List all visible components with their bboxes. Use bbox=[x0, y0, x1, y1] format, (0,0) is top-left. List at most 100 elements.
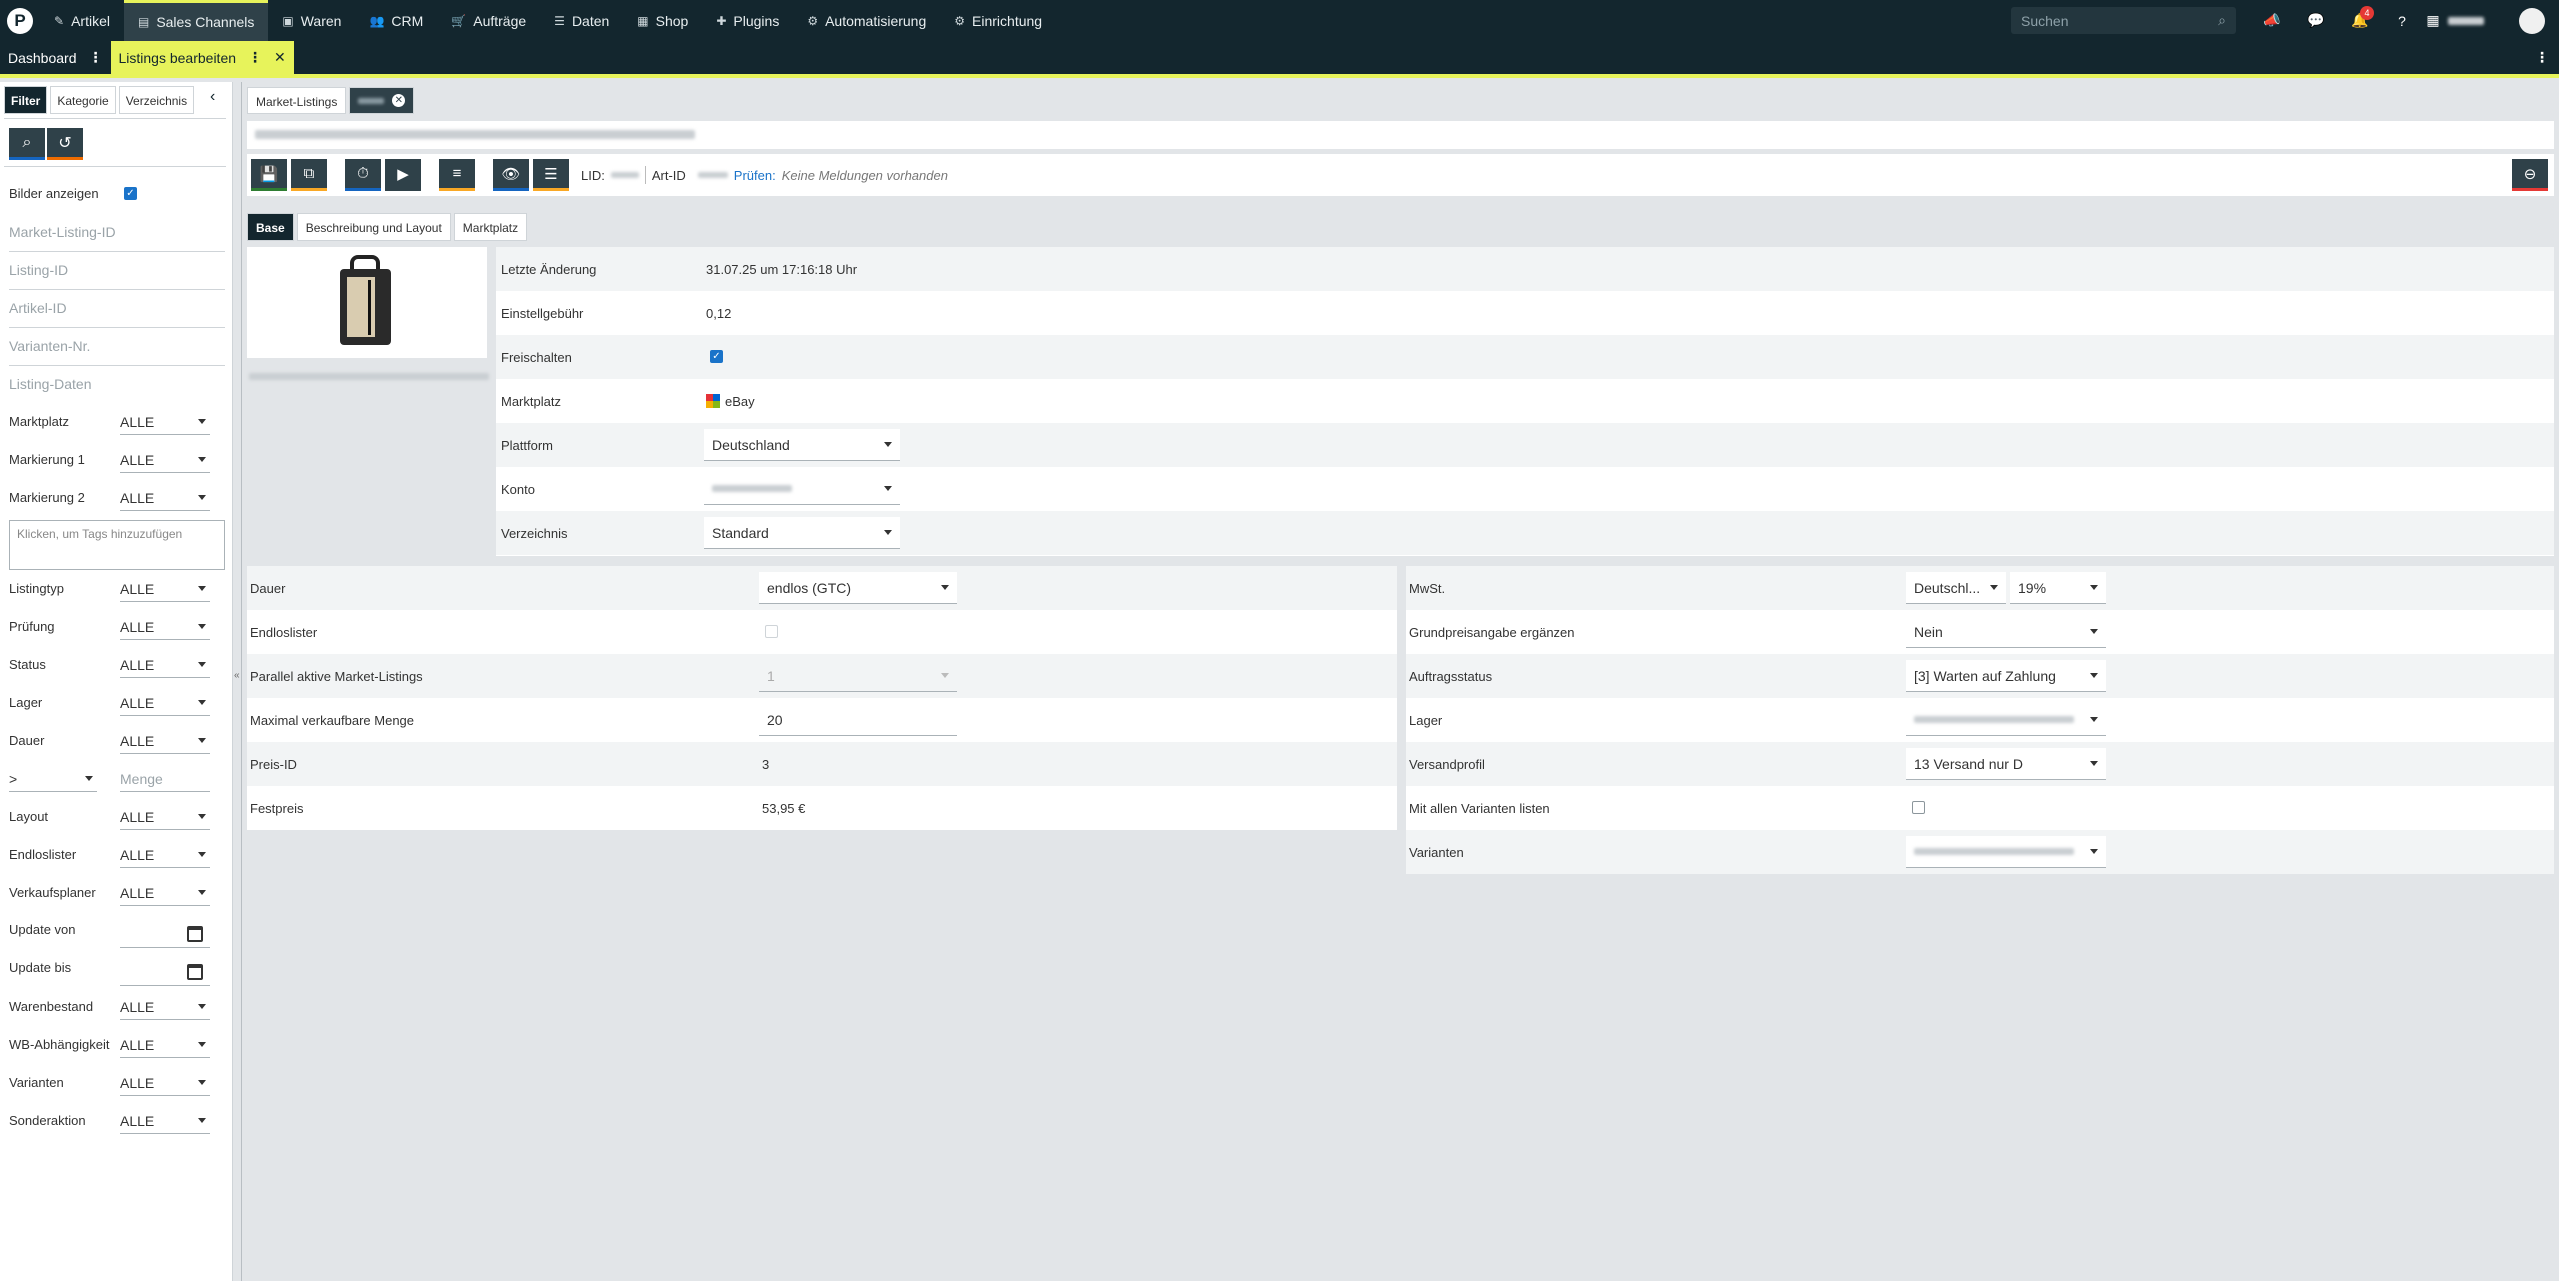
account-select[interactable] bbox=[704, 473, 900, 505]
search-button[interactable]: ⌕ bbox=[9, 128, 45, 160]
tab-listings-edit[interactable]: Listings bearbeiten ⋮ ✕ bbox=[110, 41, 294, 74]
filter-label-sonderaktion: Sonderaktion bbox=[9, 1113, 86, 1128]
filter-select-listingtyp[interactable]: ALLE bbox=[120, 576, 210, 602]
megaphone-icon[interactable]: 📣 bbox=[2254, 0, 2290, 41]
filter-select-wb-abhängigkeit[interactable]: ALLE bbox=[120, 1032, 210, 1058]
max-quantity-input[interactable]: 20 bbox=[759, 704, 957, 736]
nav-item-daten[interactable]: ☰ Daten bbox=[540, 0, 623, 41]
listing-toolbar: 💾 ⧉ ⏱ ▶ ≡ 👁 ☰ LID: Art-ID Prüfen: Keine … bbox=[247, 154, 2554, 196]
filter-select-dauer[interactable]: ALLE bbox=[120, 728, 210, 754]
avatar[interactable] bbox=[2519, 8, 2545, 34]
tags-input[interactable]: Klicken, um Tags hinzuzufügen bbox=[9, 520, 225, 570]
warehouse-select[interactable] bbox=[1906, 704, 2106, 736]
timer-button[interactable]: ⏱ bbox=[345, 159, 381, 191]
filter-select-markierung-2[interactable]: ALLE bbox=[120, 485, 210, 511]
calendar-icon[interactable] bbox=[187, 964, 203, 980]
start-button[interactable]: ▶ bbox=[385, 159, 421, 191]
variants-select[interactable] bbox=[1906, 836, 2106, 868]
eye-icon: 👁 bbox=[501, 165, 521, 183]
help-icon[interactable]: ? bbox=[2384, 0, 2420, 41]
tab-menu-icon[interactable]: ⋮ bbox=[248, 49, 262, 66]
filter-select-endloslister[interactable]: ALLE bbox=[120, 842, 210, 868]
vat-country-select[interactable]: Deutschl... bbox=[1906, 572, 2006, 604]
caret-down-icon bbox=[2090, 761, 2098, 766]
filter-select-layout[interactable]: ALLE bbox=[120, 804, 210, 830]
shipping-profile-select[interactable]: 13 Versand nur D bbox=[1906, 748, 2106, 780]
filter-label-endloslister: Endloslister bbox=[9, 847, 77, 862]
tab-dashboard[interactable]: Dashboard ⋮ bbox=[0, 41, 111, 74]
more-icon[interactable]: ⋮ bbox=[2535, 49, 2549, 66]
tab-base[interactable]: Base bbox=[247, 213, 294, 241]
tab-filter[interactable]: Filter bbox=[4, 86, 48, 114]
close-icon[interactable]: ✕ bbox=[274, 49, 286, 66]
listing-id-input[interactable]: Listing-ID bbox=[9, 262, 225, 290]
nav-item-aufträge[interactable]: 🛒 Aufträge bbox=[437, 0, 540, 41]
nav-item-plugins[interactable]: ✚ Plugins bbox=[702, 0, 793, 41]
filter-label-lager: Lager bbox=[9, 695, 43, 710]
nav-item-einrichtung[interactable]: ⚙ Einrichtung bbox=[940, 0, 1056, 41]
base-price-select[interactable]: Nein bbox=[1906, 616, 2106, 648]
nav-item-shop[interactable]: ▦ Shop bbox=[623, 0, 702, 41]
quantity-input[interactable]: Menge bbox=[120, 766, 210, 792]
vat-rate-select[interactable]: 19% bbox=[2010, 572, 2106, 604]
search-icon[interactable]: ⌕ bbox=[2218, 12, 2226, 29]
nav-item-sales-channels[interactable]: ▤ Sales Channels bbox=[123, 0, 269, 41]
parallel-listings-select[interactable]: 1 bbox=[759, 660, 957, 692]
list-settings-button[interactable]: ☰ bbox=[533, 159, 569, 191]
variant-no-input[interactable]: Varianten-Nr. bbox=[9, 338, 225, 366]
tab-description-layout[interactable]: Beschreibung und Layout bbox=[296, 213, 451, 241]
chat-icon[interactable]: 💬 bbox=[2298, 0, 2334, 41]
nav-item-waren[interactable]: ▣ Waren bbox=[268, 0, 355, 41]
list-action-button[interactable]: ≡ bbox=[439, 159, 475, 191]
show-images-checkbox[interactable]: ✓ bbox=[124, 187, 137, 200]
endless-lister-checkbox[interactable] bbox=[765, 625, 778, 638]
nav-item-artikel[interactable]: ✎ Artikel bbox=[40, 0, 124, 41]
sidebar-resize-handle[interactable]: « bbox=[234, 82, 242, 1281]
product-image[interactable] bbox=[338, 255, 393, 350]
caret-down-icon bbox=[198, 495, 206, 500]
unlock-checkbox[interactable]: ✓ bbox=[710, 350, 723, 363]
nav-item-automatisierung[interactable]: ⚙ Automatisierung bbox=[793, 0, 940, 41]
filter-select-markierung-1[interactable]: ALLE bbox=[120, 447, 210, 473]
directory-select[interactable]: Standard bbox=[704, 517, 900, 549]
all-variants-checkbox[interactable] bbox=[1912, 801, 1925, 814]
filter-select-sonderaktion[interactable]: ALLE bbox=[120, 1108, 210, 1134]
check-link[interactable]: Prüfen: bbox=[734, 168, 776, 183]
tab-category[interactable]: Kategorie bbox=[50, 86, 116, 114]
duration-select[interactable]: endlos (GTC) bbox=[759, 572, 957, 604]
tab-marketplace[interactable]: Marktplatz bbox=[453, 213, 528, 241]
filter-select-varianten[interactable]: ALLE bbox=[120, 1070, 210, 1096]
chevron-left-icon[interactable]: ‹ bbox=[210, 88, 215, 106]
listing-data-input[interactable]: Listing-Daten bbox=[9, 376, 225, 403]
minus-button[interactable]: ⊖ bbox=[2512, 159, 2548, 191]
filter-select-status[interactable]: ALLE bbox=[120, 652, 210, 678]
caret-down-icon bbox=[2090, 585, 2098, 590]
tab-menu-icon[interactable]: ⋮ bbox=[89, 49, 103, 66]
tab-listing-detail[interactable]: ✕ bbox=[349, 87, 415, 114]
platform-select[interactable]: Deutschland bbox=[704, 429, 900, 461]
nav-item-crm[interactable]: 👥 CRM bbox=[355, 0, 437, 41]
filter-select-marktplatz[interactable]: ALLE bbox=[120, 409, 210, 435]
order-status-select[interactable]: [3] Warten auf Zahlung bbox=[1906, 660, 2106, 692]
reset-button[interactable]: ↺ bbox=[47, 128, 83, 160]
search-input[interactable]: Suchen ⌕ bbox=[2011, 7, 2236, 34]
save-button[interactable]: 💾 bbox=[251, 159, 287, 191]
filter-select-prüfung[interactable]: ALLE bbox=[120, 614, 210, 640]
tab-market-listings[interactable]: Market-Listings bbox=[247, 87, 347, 114]
store-switch[interactable]: ▦ bbox=[2425, 0, 2485, 41]
copy-button[interactable]: ⧉ bbox=[291, 159, 327, 191]
market-listing-id-input[interactable]: Market-Listing-ID bbox=[9, 224, 225, 252]
filter-select-lager[interactable]: ALLE bbox=[120, 690, 210, 716]
preview-button[interactable]: 👁 bbox=[493, 159, 529, 191]
close-icon[interactable]: ✕ bbox=[392, 94, 406, 107]
calendar-icon[interactable] bbox=[187, 926, 203, 942]
compare-operator-select[interactable]: > bbox=[9, 766, 97, 792]
filter-label-marktplatz: Marktplatz bbox=[9, 414, 69, 429]
bell-icon[interactable]: 🔔 4 bbox=[2342, 0, 2378, 41]
article-id-input[interactable]: Artikel-ID bbox=[9, 300, 225, 328]
plenty-logo[interactable]: P bbox=[0, 0, 40, 41]
tab-directory[interactable]: Verzeichnis bbox=[118, 86, 195, 114]
filter-select-verkaufsplaner[interactable]: ALLE bbox=[120, 880, 210, 906]
filter-select-warenbestand[interactable]: ALLE bbox=[120, 994, 210, 1020]
nav-items: ✎ Artikel ▤ Sales Channels ▣ Waren 👥 CRM 🛒 Aufträ… bbox=[40, 0, 1056, 41]
